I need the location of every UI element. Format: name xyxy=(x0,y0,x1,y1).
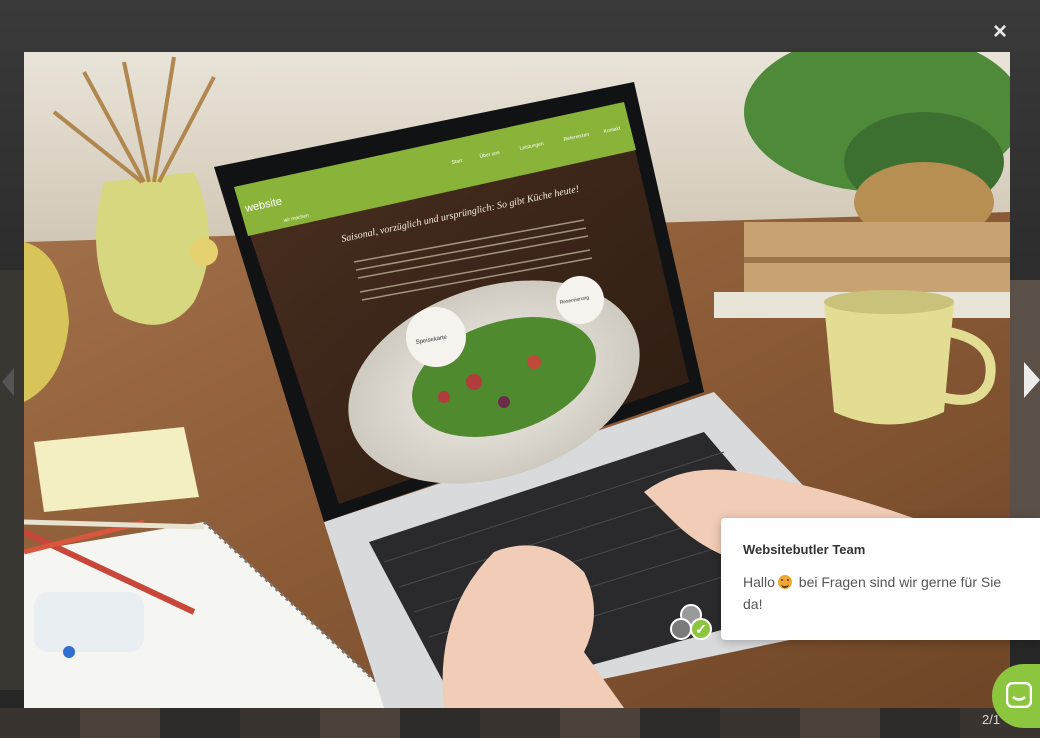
sticky-notes xyxy=(34,427,199,512)
chat-greeting-bubble[interactable]: Websitebutler Team Hallo bei Fragen sind… xyxy=(721,518,1040,640)
smiley-emoji-icon xyxy=(777,575,792,589)
next-image-button[interactable] xyxy=(1024,362,1040,398)
pushpin-box xyxy=(34,592,144,652)
coffee-cup xyxy=(824,302,954,425)
support-agent-avatars: ✓ xyxy=(670,604,716,644)
avatar-check-icon: ✓ xyxy=(690,618,712,640)
chevron-right-icon xyxy=(1024,362,1040,398)
background-thumbnail-strip xyxy=(0,708,1040,738)
chat-team-name: Websitebutler Team xyxy=(743,542,866,557)
avatar xyxy=(670,618,692,640)
background-page-right-edge xyxy=(1008,280,1040,540)
background-page-left-edge xyxy=(0,270,26,690)
chevron-left-icon xyxy=(2,368,14,396)
previous-image-button[interactable] xyxy=(2,368,14,396)
chat-message: Hallo bei Fragen sind wir gerne für Sie … xyxy=(743,571,1018,615)
chat-bubble-icon xyxy=(1006,682,1032,708)
close-icon: × xyxy=(992,18,1007,45)
flower-tag xyxy=(190,238,218,266)
chat-message-hello: Hallo xyxy=(743,574,775,590)
close-button[interactable]: × xyxy=(988,20,1012,44)
